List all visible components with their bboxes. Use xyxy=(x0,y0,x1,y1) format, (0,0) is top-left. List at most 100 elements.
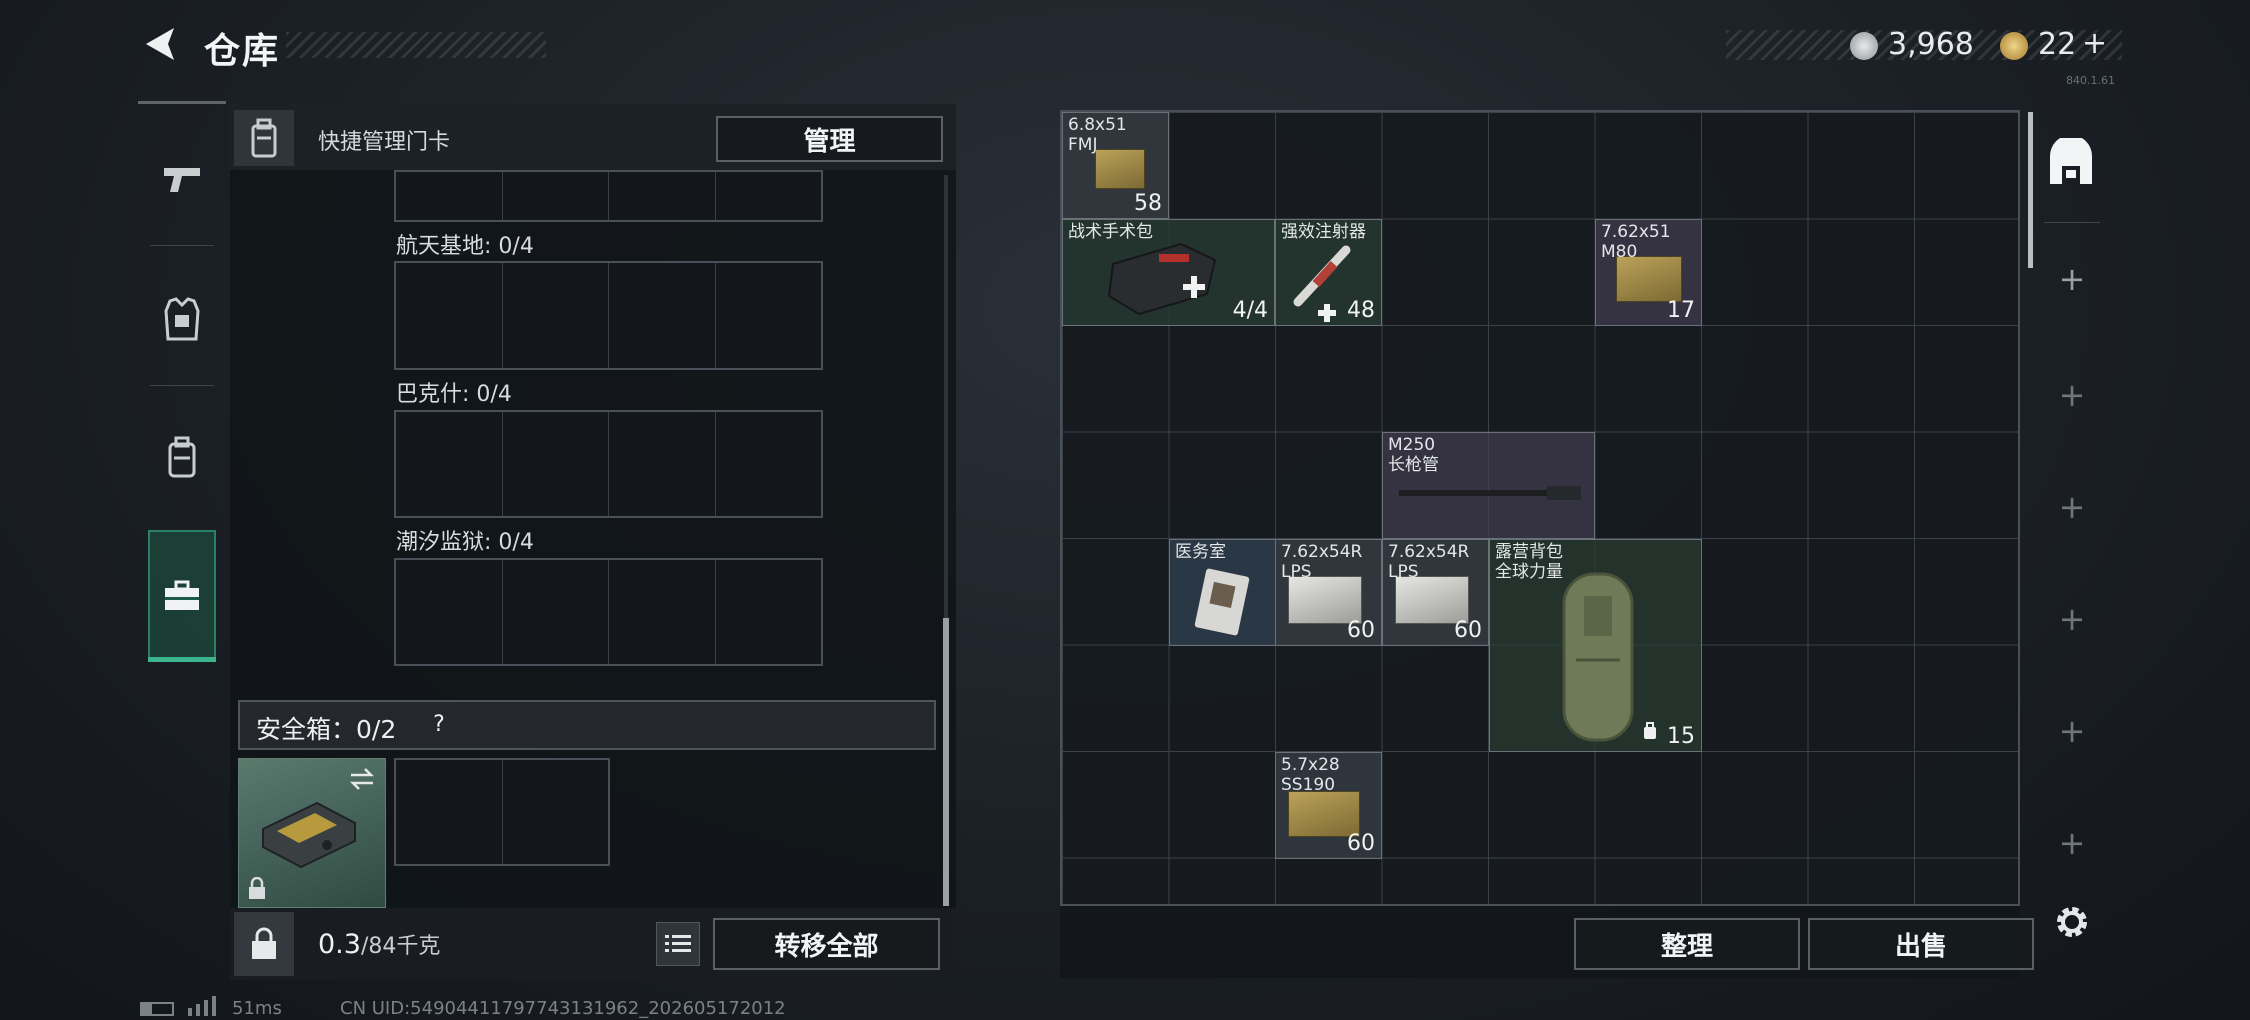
item-count: 60 xyxy=(1454,618,1482,643)
add-stash-page-button[interactable]: + xyxy=(2042,488,2102,526)
toolbox-icon xyxy=(165,580,199,610)
battery-icon xyxy=(140,1002,174,1016)
region-label: 潮汐监狱: 0/4 xyxy=(396,530,534,555)
ammo-box-icon xyxy=(1395,576,1469,624)
armor-vest-icon xyxy=(164,297,200,341)
keycard-slots-tidal-prison[interactable] xyxy=(394,558,823,666)
stash-page-main[interactable] xyxy=(2046,135,2096,188)
keycard-slots-aerospace[interactable] xyxy=(394,261,823,370)
item-name: 7.62x51 M80 xyxy=(1601,222,1671,262)
settings-button[interactable] xyxy=(2052,902,2092,942)
keycard-label: 快捷管理门卡 xyxy=(318,130,451,155)
stash-item[interactable]: 7.62x54R LPS 60 xyxy=(1382,539,1489,646)
keycard-icon xyxy=(1194,568,1250,636)
panel-scroll-thumb[interactable] xyxy=(943,618,949,906)
stash-item[interactable]: 强效注射器 48 xyxy=(1275,219,1382,326)
item-count: 15 xyxy=(1667,724,1695,749)
backpack-icon xyxy=(168,436,196,477)
back-button[interactable] xyxy=(140,24,180,68)
title-decoration xyxy=(286,32,546,58)
weight-current: 0.3 xyxy=(318,929,361,960)
item-name: 5.7x28 SS190 xyxy=(1281,755,1340,795)
nav-active-indicator xyxy=(148,657,216,662)
stash-item[interactable]: 5.7x28 SS190 60 xyxy=(1275,752,1382,859)
item-name: 医务室 xyxy=(1175,542,1226,562)
help-icon[interactable]: ? xyxy=(424,710,454,740)
stash-grid[interactable]: 6.8x51 FMJ 58 战术手术包 4/4 强效注射器 48 7.62x51… xyxy=(1060,110,2020,906)
transfer-all-button[interactable]: 转移全部 xyxy=(713,918,940,970)
region-label: 航天基地: 0/4 xyxy=(396,234,534,259)
add-stash-page-button[interactable]: + xyxy=(2042,260,2102,298)
uid-label: CN UID:54904411797743131962_202605172012 xyxy=(340,998,786,1019)
weight-max: /84千克 xyxy=(360,934,441,959)
list-view-button[interactable] xyxy=(656,922,700,966)
keycard-case-thumb xyxy=(234,110,294,166)
currency-gold: 22 xyxy=(2038,27,2077,62)
currency-silver: 3,968 xyxy=(1888,27,1974,62)
add-currency-button[interactable]: + xyxy=(2082,26,2107,61)
item-count: 48 xyxy=(1347,298,1375,323)
list-icon xyxy=(665,935,691,952)
stash-item[interactable]: 6.8x51 FMJ 58 xyxy=(1062,112,1169,219)
nav-backpack[interactable] xyxy=(138,405,226,510)
safe-case-icon xyxy=(262,801,356,869)
backpack-icon xyxy=(1562,572,1634,742)
safe-box-slots[interactable] xyxy=(394,758,610,866)
add-stash-page-button[interactable]: + xyxy=(2042,376,2102,414)
nav-armor[interactable] xyxy=(138,265,226,375)
stash-home-icon xyxy=(2050,135,2092,184)
barrel-icon xyxy=(1399,486,1581,500)
item-count: 60 xyxy=(1347,831,1375,856)
capacity-icon xyxy=(1644,722,1656,739)
stash-scroll-thumb[interactable] xyxy=(2028,112,2033,268)
swap-icon[interactable] xyxy=(347,765,377,793)
item-name: 强效注射器 xyxy=(1281,222,1366,242)
item-name: 6.8x51 FMJ xyxy=(1068,115,1127,155)
item-count: 4/4 xyxy=(1232,298,1268,323)
stash-item[interactable]: 医务室 xyxy=(1169,539,1276,646)
manage-button[interactable]: 管理 xyxy=(716,116,943,162)
item-count: 58 xyxy=(1134,191,1162,216)
item-name: 战术手术包 xyxy=(1068,222,1153,242)
item-name: 7.62x54R LPS xyxy=(1281,542,1363,582)
sell-button[interactable]: 出售 xyxy=(1808,918,2034,970)
add-stash-page-button[interactable]: + xyxy=(2042,712,2102,750)
keycard-case-icon xyxy=(251,118,277,158)
back-arrow-icon xyxy=(146,28,174,60)
keycard-slots-bakshi[interactable] xyxy=(394,410,823,518)
page-title: 仓库 xyxy=(204,31,281,72)
safe-box-label: 安全箱：0/2 xyxy=(256,715,397,744)
ammo-box-icon xyxy=(1095,149,1145,189)
ammo-box-icon xyxy=(1288,576,1362,624)
signal-icon xyxy=(188,996,216,1016)
stash-item[interactable]: 露营背包 全球力量 15 xyxy=(1489,539,1702,752)
item-name: 露营背包 全球力量 xyxy=(1495,542,1563,582)
sort-button[interactable]: 整理 xyxy=(1574,918,1800,970)
gear-icon xyxy=(2057,907,2087,937)
keycard-slots-top[interactable] xyxy=(394,170,823,222)
ping-label: 51ms xyxy=(232,998,282,1019)
first-aid-kit-icon xyxy=(1107,242,1217,316)
nav-weapons[interactable] xyxy=(138,130,226,230)
gold-coin-icon xyxy=(2000,32,2028,60)
nav-toolbox[interactable] xyxy=(148,530,216,662)
region-label: 巴克什: 0/4 xyxy=(396,382,512,407)
add-stash-page-button[interactable]: + xyxy=(2042,824,2102,862)
item-count: 60 xyxy=(1347,618,1375,643)
plus-icon xyxy=(1318,304,1336,322)
stash-item[interactable]: 7.62x51 M80 17 xyxy=(1595,219,1702,326)
stash-item[interactable]: M250 长枪管 xyxy=(1382,432,1595,539)
stash-item[interactable]: 7.62x54R LPS 60 xyxy=(1275,539,1382,646)
lock-icon xyxy=(249,877,265,899)
add-stash-page-button[interactable]: + xyxy=(2042,600,2102,638)
silver-coin-icon xyxy=(1850,32,1878,60)
version-label: 840.1.61 xyxy=(2066,74,2115,87)
item-count: 17 xyxy=(1667,298,1695,323)
ammo-box-icon xyxy=(1616,256,1682,302)
item-name: 7.62x54R LPS xyxy=(1388,542,1470,582)
stash-item[interactable]: 战术手术包 4/4 xyxy=(1062,219,1275,326)
safe-box-slot[interactable] xyxy=(238,758,386,908)
rail-divider xyxy=(2044,222,2100,223)
weight-value: 0.3/84千克 xyxy=(318,928,440,960)
weight-lock-icon xyxy=(252,927,276,959)
